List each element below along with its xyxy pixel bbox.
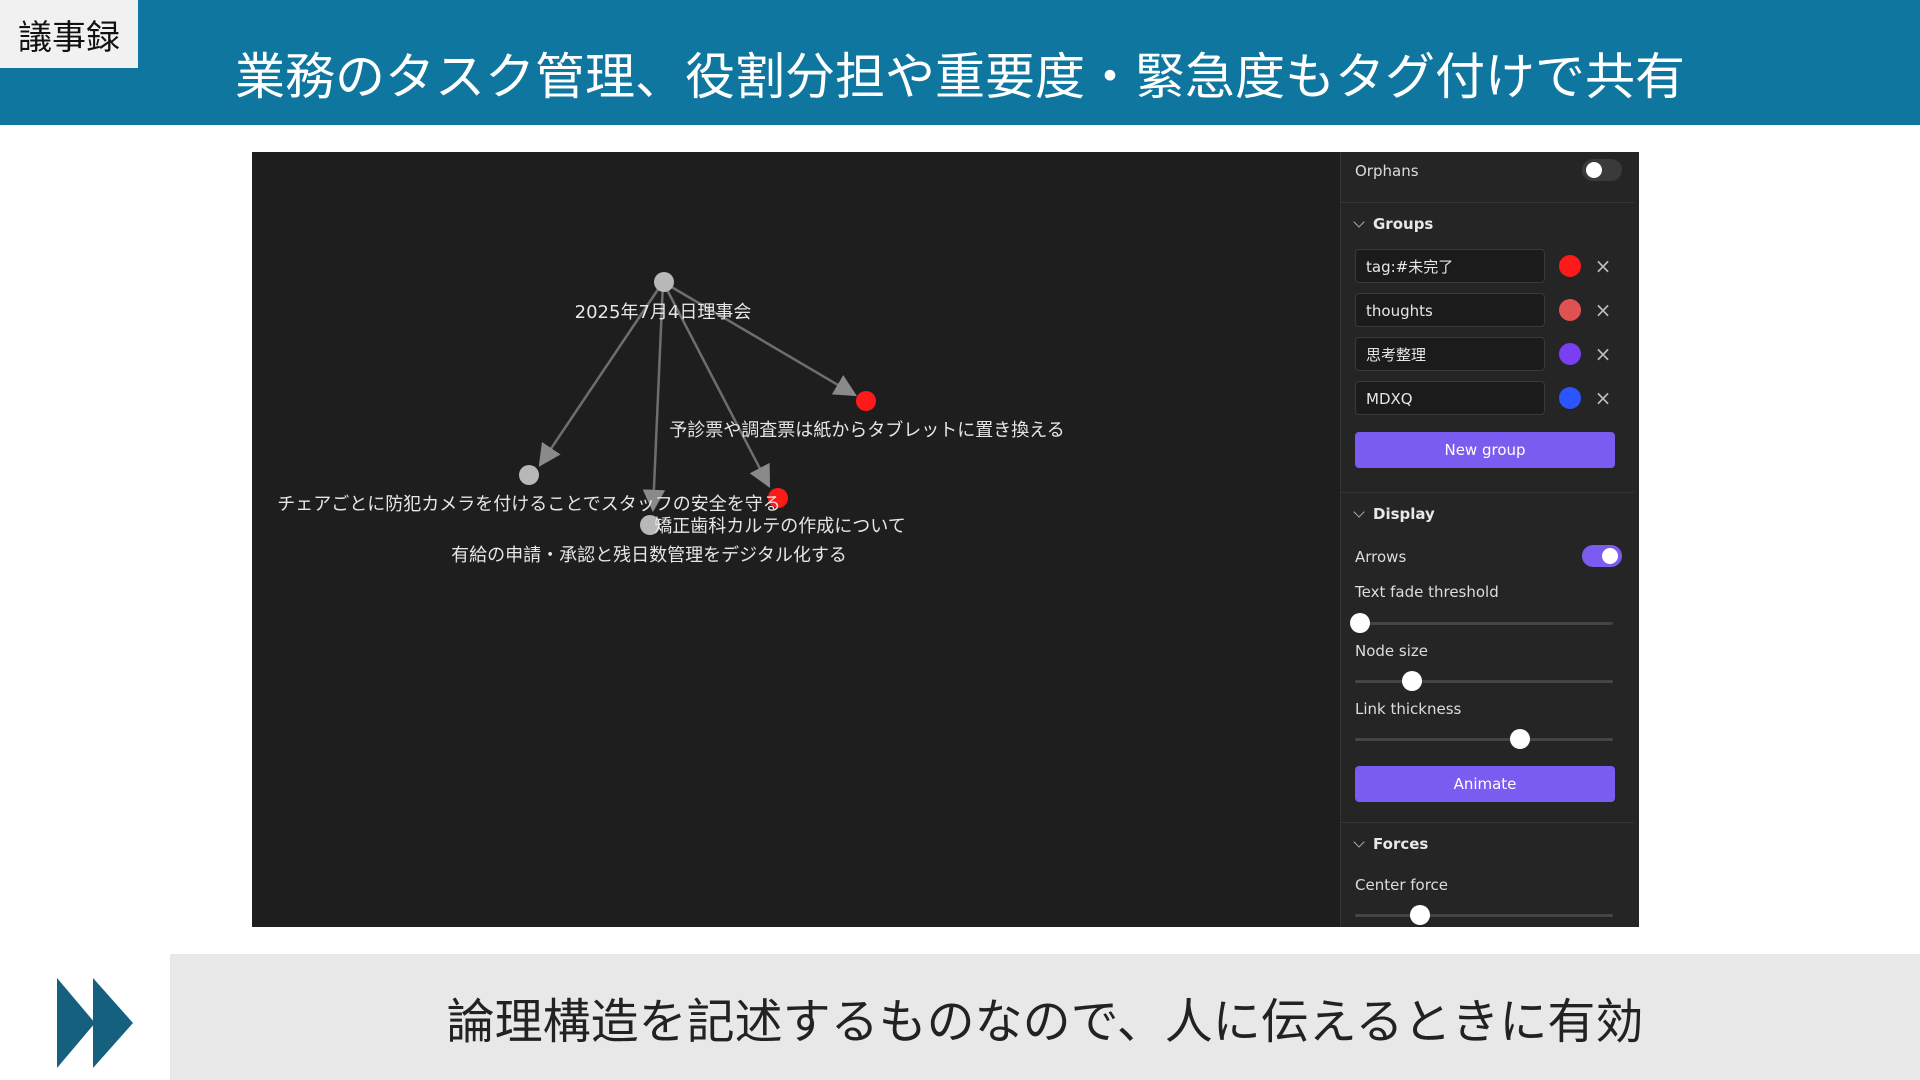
slide-tag-label: 議事録 — [0, 0, 138, 68]
graph-node-label: 有給の申請・承認と残日数管理をデジタル化する — [451, 545, 847, 566]
display-header-label: Display — [1373, 505, 1435, 523]
groups-header-label: Groups — [1373, 215, 1434, 233]
text-fade-label: Text fade threshold — [1355, 583, 1499, 601]
chevron-down-icon — [1353, 216, 1365, 228]
group-query-input[interactable]: thoughts — [1355, 293, 1545, 327]
graph-node-label: 矯正歯科カルテの作成について — [654, 516, 906, 537]
orphans-label: Orphans — [1355, 162, 1419, 180]
graph-canvas[interactable]: 2025年7月4日理事会 予診票や調査票は紙からタブレットに置き換える チェアご… — [252, 152, 1340, 927]
forces-header-label: Forces — [1373, 835, 1429, 853]
slider-thumb[interactable] — [1350, 613, 1371, 633]
forces-section-header[interactable]: Forces — [1353, 835, 1622, 853]
group-row: MDXQ × — [1355, 381, 1625, 417]
center-force-slider[interactable] — [1355, 905, 1613, 925]
group-row: 思考整理 × — [1355, 337, 1625, 373]
graph-svg — [519, 272, 876, 535]
group-row: thoughts × — [1355, 293, 1625, 329]
group-color-swatch[interactable] — [1559, 255, 1581, 277]
graph-view-screenshot: 2025年7月4日理事会 予診票や調査票は紙からタブレットに置き換える チェアご… — [252, 152, 1639, 927]
node-size-slider[interactable] — [1355, 671, 1613, 691]
close-icon[interactable]: × — [1591, 340, 1615, 368]
graph-settings-panel: Orphans Groups tag:#未完了 × thoughts × 思考整… — [1340, 152, 1639, 927]
divider — [1341, 822, 1634, 823]
slider-thumb[interactable] — [1401, 671, 1422, 691]
close-icon[interactable]: × — [1591, 296, 1615, 324]
slider-thumb[interactable] — [1409, 905, 1430, 925]
group-query-input[interactable]: tag:#未完了 — [1355, 249, 1545, 283]
group-color-swatch[interactable] — [1559, 299, 1581, 321]
fast-forward-icon — [57, 978, 133, 1068]
graph-node-label: 予診票や調査票は紙からタブレットに置き換える — [669, 420, 1065, 441]
graph-node-label: 2025年7月4日理事会 — [574, 302, 752, 323]
graph-node-tablet[interactable] — [856, 391, 876, 411]
group-color-swatch[interactable] — [1559, 343, 1581, 365]
divider — [1341, 492, 1634, 493]
groups-section-header[interactable]: Groups — [1353, 215, 1622, 233]
new-group-button[interactable]: New group — [1355, 432, 1615, 468]
center-force-label: Center force — [1355, 876, 1449, 894]
group-query-input[interactable]: MDXQ — [1355, 381, 1545, 415]
slide-title: 業務のタスク管理、役割分担や重要度・緊急度もタグ付けで共有 — [235, 47, 1685, 106]
slider-thumb[interactable] — [1510, 729, 1531, 749]
toggle-knob — [1602, 548, 1618, 564]
chevron-down-icon — [1353, 836, 1365, 848]
bottom-message: 論理構造を記述するものなので、人に伝えるときに有効 — [446, 994, 1644, 1050]
arrows-label: Arrows — [1355, 548, 1407, 566]
graph-node-root[interactable] — [654, 272, 674, 292]
link-thickness-slider[interactable] — [1355, 729, 1613, 749]
group-color-swatch[interactable] — [1559, 387, 1581, 409]
link-thickness-label: Link thickness — [1355, 700, 1462, 718]
display-section-header[interactable]: Display — [1353, 505, 1622, 523]
animate-button[interactable]: Animate — [1355, 766, 1615, 802]
chevron-down-icon — [1353, 506, 1365, 518]
close-icon[interactable]: × — [1591, 384, 1615, 412]
graph-node-camera[interactable] — [519, 465, 539, 485]
toggle-knob — [1586, 162, 1602, 178]
text-fade-slider[interactable] — [1350, 613, 1613, 633]
close-icon[interactable]: × — [1591, 252, 1615, 280]
node-size-label: Node size — [1355, 642, 1429, 660]
arrows-toggle[interactable] — [1582, 545, 1622, 567]
orphans-toggle[interactable] — [1582, 159, 1622, 181]
group-query-input[interactable]: 思考整理 — [1355, 337, 1545, 371]
group-row: tag:#未完了 × — [1355, 249, 1625, 285]
divider — [1341, 202, 1634, 203]
